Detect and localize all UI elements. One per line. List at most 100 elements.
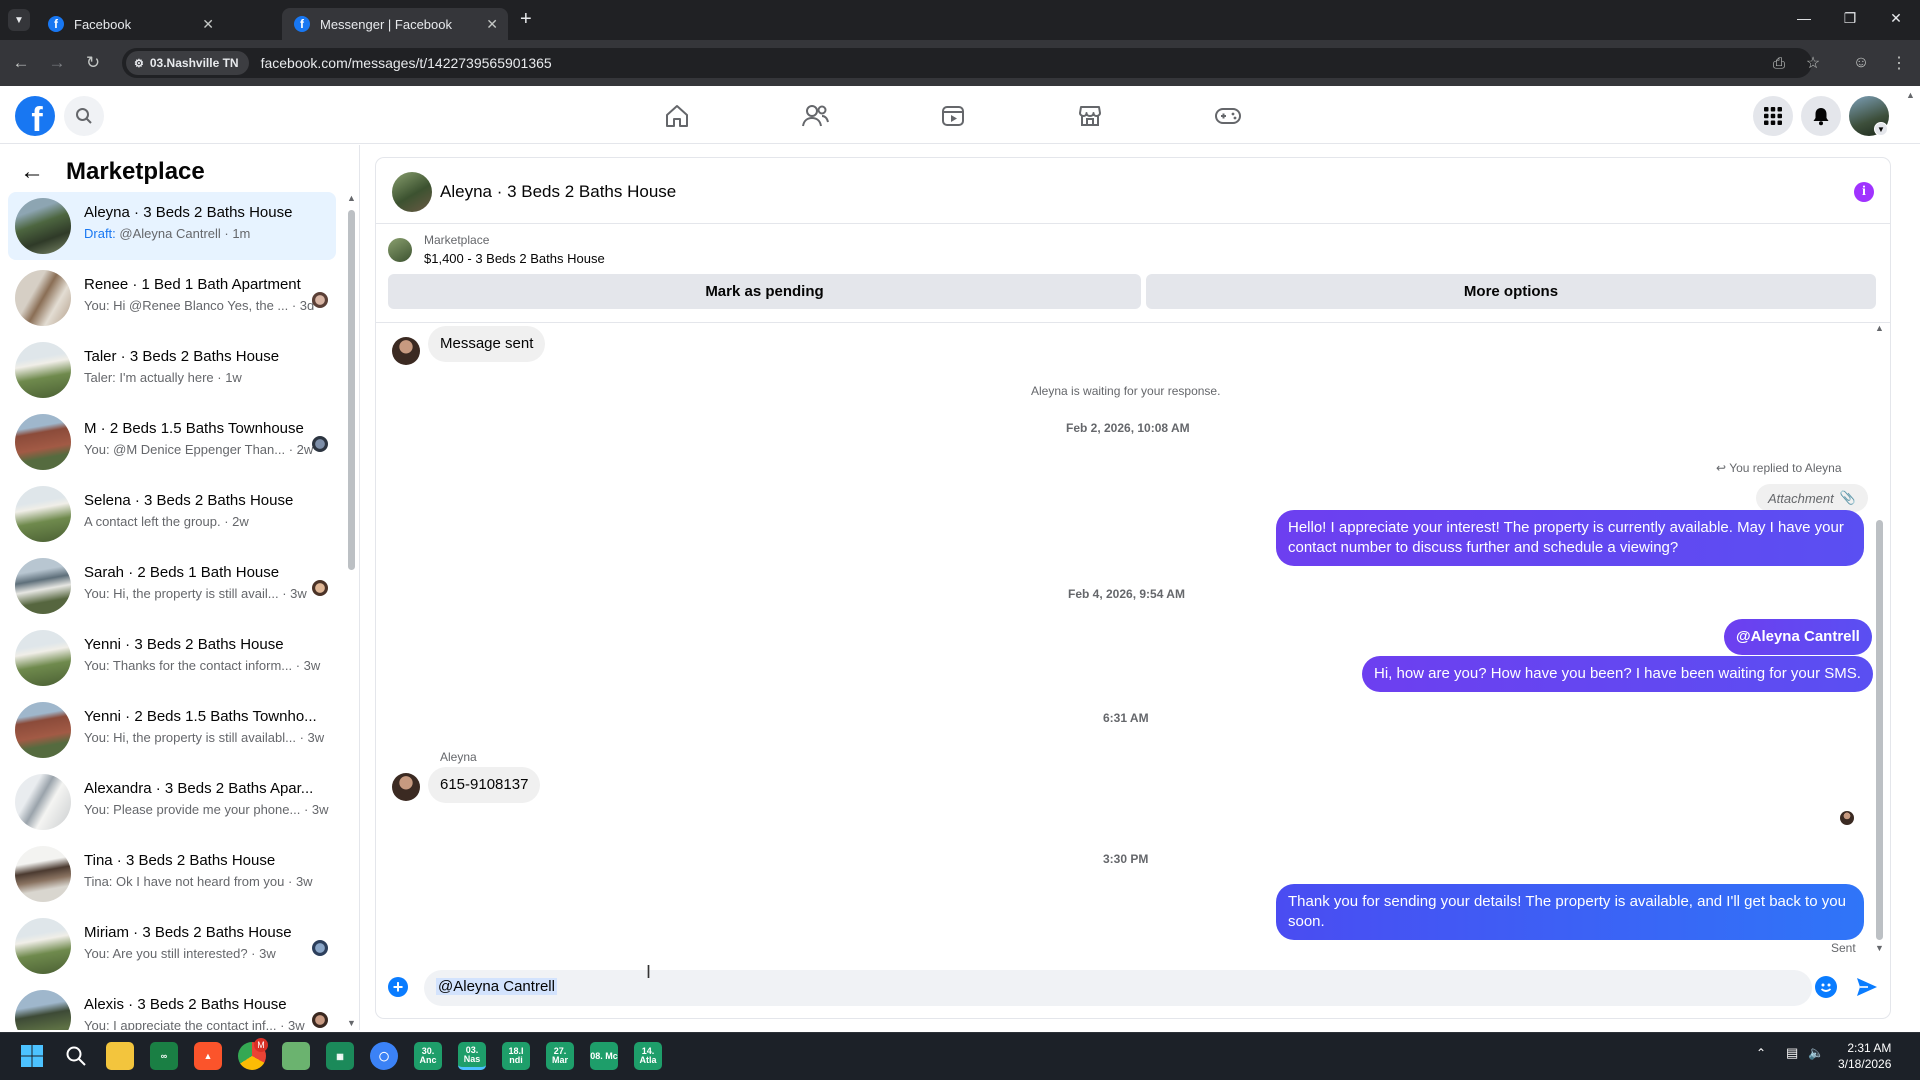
taskbar-app[interactable]: 30. Anc (414, 1042, 442, 1070)
windows-start-icon[interactable] (18, 1042, 46, 1070)
restore-icon[interactable]: ❐ (1840, 10, 1860, 27)
facebook-logo-icon[interactable]: f (15, 96, 55, 136)
brave-browser-icon[interactable]: ▲ (194, 1042, 222, 1070)
taskbar-app-active[interactable]: 03. Nas (458, 1042, 486, 1070)
scroll-up-arrow-icon[interactable]: ▲ (1906, 90, 1916, 100)
close-tab-icon[interactable]: ✕ (202, 16, 214, 33)
tray-chevron-icon[interactable]: ⌃ (1756, 1046, 1766, 1060)
profile-icon[interactable]: ☺ (1850, 52, 1872, 74)
back-icon[interactable]: ← (10, 52, 32, 74)
conversation-item[interactable]: Alexis · 3 Beds 2 Baths House You: I app… (8, 984, 336, 1030)
timestamp: 3:30 PM (1103, 852, 1149, 866)
nav-gaming[interactable] (1212, 100, 1244, 132)
search-button[interactable] (64, 96, 104, 136)
message-bubble-outgoing: Thank you for sending your details! The … (1276, 884, 1864, 940)
reload-icon[interactable]: ↻ (82, 52, 104, 74)
conversation-item[interactable]: Yenni · 3 Beds 2 Baths House You: Thanks… (8, 624, 336, 692)
conversation-name: Tina · 3 Beds 2 Baths House (84, 852, 276, 869)
add-attachment-button[interactable]: + (388, 977, 408, 997)
site-info-chip[interactable]: ⚙ 03.Nashville TN (126, 51, 249, 75)
page-scrollbar[interactable]: ▲ (1906, 90, 1916, 1030)
close-window-icon[interactable]: ✕ (1886, 10, 1906, 27)
message-input-value[interactable]: @Aleyna Cantrell (436, 978, 557, 995)
conversation-item[interactable]: Yenni · 2 Beds 1.5 Baths Townho... You: … (8, 696, 336, 764)
taskbar-app[interactable]: 18.I ndi (502, 1042, 530, 1070)
scroll-down-arrow-icon[interactable]: ▼ (347, 1018, 356, 1028)
scroll-up-arrow-icon[interactable]: ▲ (1875, 323, 1884, 333)
message-thread (376, 322, 1890, 962)
nav-watch[interactable] (937, 100, 969, 132)
browser-menu-icon[interactable]: ⋮ (1888, 52, 1910, 74)
account-chevron-icon[interactable]: ▼ (1874, 122, 1888, 136)
app-grid-icon (1764, 107, 1782, 125)
conversation-item[interactable]: M · 2 Beds 1.5 Baths Townhouse You: @M D… (8, 408, 336, 476)
emoji-icon[interactable] (1815, 976, 1837, 998)
scroll-up-arrow-icon[interactable]: ▲ (347, 193, 356, 203)
nav-home[interactable] (661, 100, 693, 132)
tab-title: Facebook (74, 16, 132, 32)
send-icon[interactable] (1855, 975, 1879, 999)
app-icon[interactable]: ◯ (370, 1042, 398, 1070)
notepad-icon[interactable] (282, 1042, 310, 1070)
conversation-name: Sarah · 2 Beds 1 Bath House (84, 564, 280, 581)
install-app-icon[interactable]: ⎙ (1768, 52, 1790, 74)
bookmark-star-icon[interactable]: ☆ (1802, 52, 1824, 74)
address-bar[interactable]: ⚙ 03.Nashville TN facebook.com/messages/… (122, 48, 1812, 78)
message-input[interactable] (424, 970, 1812, 1006)
conversation-item[interactable]: Aleyna · 3 Beds 2 Baths House Draft: @Al… (8, 192, 336, 260)
conversation-item[interactable]: Alexandra · 3 Beds 2 Baths Apar... You: … (8, 768, 336, 836)
tab-facebook[interactable]: f Facebook ✕ (36, 8, 224, 40)
browser-tab-bar: ▼ f Facebook ✕ f Messenger | Facebook ✕ … (0, 0, 1920, 40)
taskbar-app[interactable]: 14. Atla (634, 1042, 662, 1070)
forward-icon[interactable]: → (46, 52, 68, 74)
conversation-item[interactable]: Sarah · 2 Beds 1 Bath House You: Hi, the… (8, 552, 336, 620)
nav-friends[interactable] (799, 100, 831, 132)
listing-thumbnail (15, 270, 71, 326)
nav-marketplace[interactable] (1074, 100, 1106, 132)
minimize-icon[interactable]: — (1794, 10, 1814, 26)
app-icon[interactable]: ▦ (326, 1042, 354, 1070)
mark-as-pending-button[interactable]: Mark as pending (388, 274, 1141, 309)
system-clock[interactable]: 2:31 AM 3/18/2026 (1838, 1040, 1891, 1072)
info-icon[interactable]: i (1854, 182, 1874, 202)
menu-button[interactable] (1753, 96, 1793, 136)
sidebar-scrollbar[interactable] (348, 210, 355, 570)
taskbar-app[interactable]: 08. Mc (590, 1042, 618, 1070)
chat-title[interactable]: Aleyna · 3 Beds 2 Baths House (440, 182, 676, 202)
attachment-chip[interactable]: Attachment 📎 (1756, 484, 1868, 512)
taskbar-app[interactable]: 27. Mar (546, 1042, 574, 1070)
conversation-item[interactable]: Miriam · 3 Beds 2 Baths House You: Are y… (8, 912, 336, 980)
conversation-item[interactable]: Taler · 3 Beds 2 Baths House Taler: I'm … (8, 336, 336, 404)
preview-text: You: Please provide me your phone... · 3… (84, 802, 329, 817)
gaming-icon (1215, 108, 1241, 124)
notifications-button[interactable] (1801, 96, 1841, 136)
conversation-item[interactable]: Selena · 3 Beds 2 Baths House A contact … (8, 480, 336, 548)
network-icon[interactable]: ▤ (1786, 1045, 1798, 1061)
conversation-item[interactable]: Tina · 3 Beds 2 Baths House Tina: Ok I h… (8, 840, 336, 908)
participant-avatar (312, 1012, 328, 1028)
clock-date: 3/18/2026 (1838, 1057, 1892, 1071)
preview-text: You: Are you still interested? · 3w (84, 946, 276, 961)
volume-icon[interactable]: 🔈 (1808, 1045, 1824, 1061)
search-icon[interactable] (62, 1042, 90, 1070)
chat-avatar[interactable] (392, 172, 432, 212)
app-icon[interactable]: ∞ (150, 1042, 178, 1070)
back-arrow-icon[interactable]: ← (20, 158, 44, 186)
sender-name: Aleyna (440, 750, 477, 764)
timestamp: 6:31 AM (1103, 711, 1149, 725)
more-options-button[interactable]: More options (1146, 274, 1876, 309)
conversation-item[interactable]: Renee · 1 Bed 1 Bath Apartment You: Hi @… (8, 264, 336, 332)
tab-messenger[interactable]: f Messenger | Facebook ✕ (282, 8, 508, 40)
new-tab-button[interactable]: + (520, 8, 532, 31)
close-tab-icon[interactable]: ✕ (486, 16, 498, 33)
clock-time: 2:31 AM (1847, 1041, 1892, 1055)
listing-price: $1,400 - 3 Beds 2 Baths House (424, 251, 605, 266)
scroll-down-arrow-icon[interactable]: ▼ (1875, 943, 1884, 953)
file-explorer-icon[interactable] (106, 1042, 134, 1070)
preview-text: Tina: Ok I have not heard from you · 3w (84, 874, 313, 889)
thread-scrollbar[interactable] (1876, 520, 1883, 940)
tab-search-button[interactable]: ▼ (8, 9, 30, 31)
conversation-name: Renee · 1 Bed 1 Bath Apartment (84, 276, 301, 293)
conversation-name: Yenni · 2 Beds 1.5 Baths Townho... (84, 708, 317, 725)
conversation-name: Yenni · 3 Beds 2 Baths House (84, 636, 284, 653)
